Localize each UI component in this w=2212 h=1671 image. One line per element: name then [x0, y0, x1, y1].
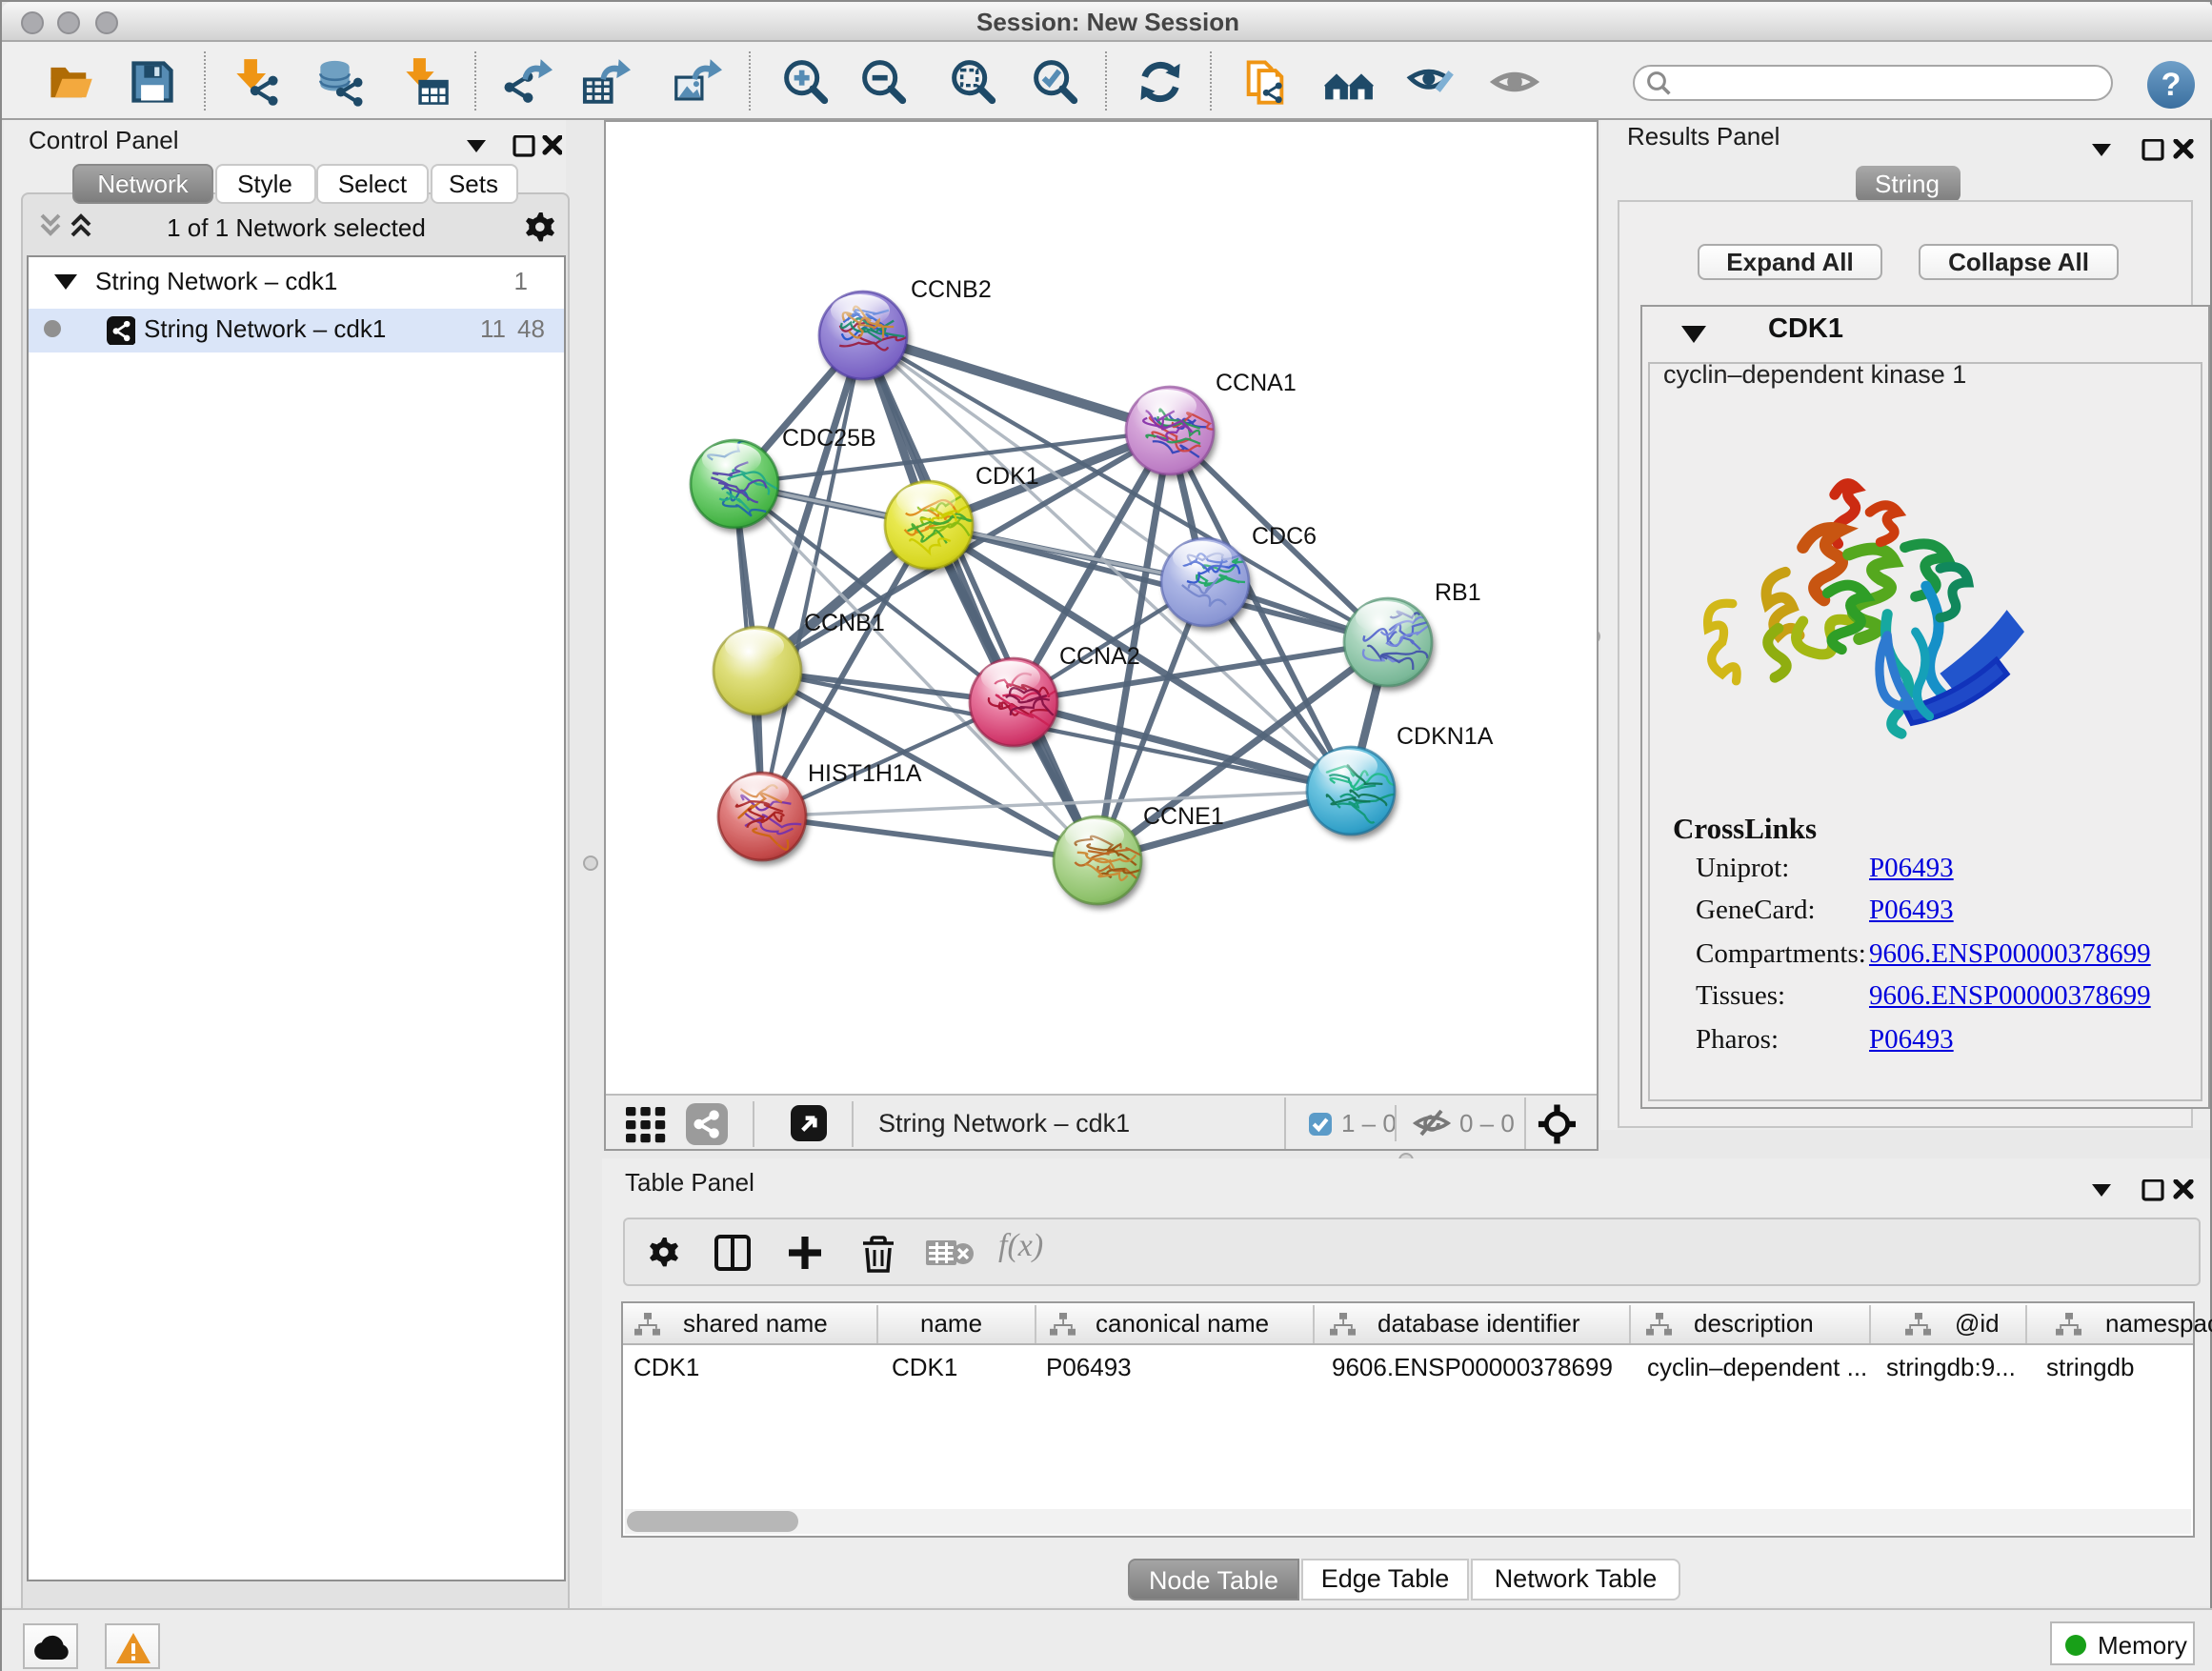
- svg-text:CCNB1: CCNB1: [804, 610, 885, 636]
- svg-text:CDC6: CDC6: [1252, 523, 1317, 550]
- svg-text:HIST1H1A: HIST1H1A: [808, 760, 922, 787]
- svg-text:CDK1: CDK1: [975, 463, 1039, 490]
- svg-text:CCNE1: CCNE1: [1143, 803, 1224, 830]
- svg-text:RB1: RB1: [1435, 579, 1481, 606]
- svg-text:CCNB2: CCNB2: [911, 276, 992, 303]
- svg-text:CCNA1: CCNA1: [1216, 370, 1297, 396]
- svg-text:CDKN1A: CDKN1A: [1397, 723, 1494, 750]
- svg-text:CDC25B: CDC25B: [782, 425, 876, 452]
- svg-text:CCNA2: CCNA2: [1059, 643, 1140, 670]
